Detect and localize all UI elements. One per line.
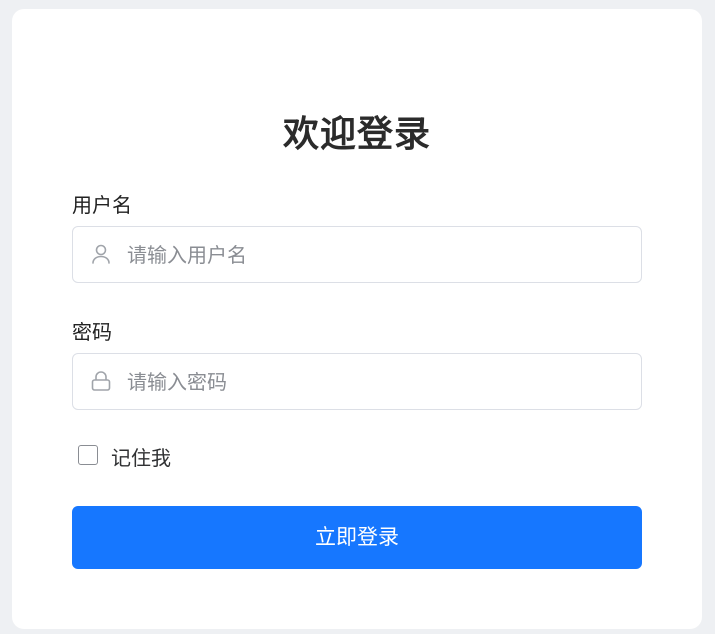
login-button[interactable]: 立即登录 — [72, 506, 642, 569]
login-card: 欢迎登录 用户名 密码 记住我 立即登录 — [12, 9, 702, 629]
lock-icon — [89, 369, 113, 393]
username-field[interactable] — [72, 226, 642, 283]
username-input[interactable] — [127, 227, 627, 282]
password-label: 密码 — [72, 320, 112, 344]
user-icon — [89, 242, 113, 266]
remember-checkbox[interactable] — [78, 445, 98, 465]
username-label: 用户名 — [72, 193, 132, 217]
password-input[interactable] — [127, 354, 627, 409]
page-title: 欢迎登录 — [282, 114, 431, 155]
password-field[interactable] — [72, 353, 642, 410]
remember-label[interactable]: 记住我 — [111, 442, 171, 471]
